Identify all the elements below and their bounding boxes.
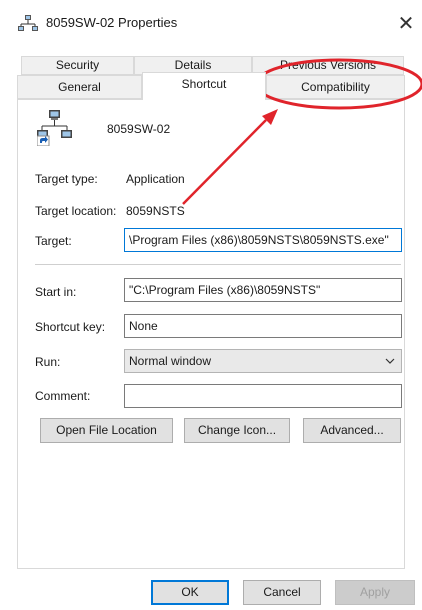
ok-button[interactable]: OK bbox=[151, 580, 229, 605]
comment-input[interactable] bbox=[124, 384, 402, 408]
shortcut-key-label: Shortcut key: bbox=[35, 320, 106, 334]
target-input[interactable]: \Program Files (x86)\8059NSTS\8059NSTS.e… bbox=[124, 228, 402, 252]
open-file-location-button[interactable]: Open File Location bbox=[40, 418, 173, 443]
target-type-value: Application bbox=[126, 172, 185, 186]
apply-button[interactable]: Apply bbox=[335, 580, 415, 605]
window-title: 8059SW-02 Properties bbox=[46, 15, 178, 30]
tab-security[interactable]: Security bbox=[21, 56, 134, 75]
run-select[interactable]: Normal window bbox=[124, 349, 402, 373]
chevron-down-icon[interactable] bbox=[385, 357, 395, 365]
target-location-value: 8059NSTS bbox=[126, 204, 185, 218]
cancel-button[interactable]: Cancel bbox=[243, 580, 321, 605]
separator bbox=[35, 264, 401, 265]
network-computers-shortcut-icon bbox=[37, 110, 72, 146]
target-location-label: Target location: bbox=[35, 204, 117, 218]
target-type-label: Target type: bbox=[35, 172, 98, 186]
start-in-label: Start in: bbox=[35, 285, 77, 299]
tab-compatibility[interactable]: Compatibility bbox=[266, 75, 405, 99]
run-label: Run: bbox=[35, 355, 61, 369]
target-label: Target: bbox=[35, 234, 72, 248]
start-in-input[interactable]: "C:\Program Files (x86)\8059NSTS" bbox=[124, 278, 402, 302]
shortcut-key-input[interactable]: None bbox=[124, 314, 402, 338]
tab-shortcut[interactable]: Shortcut bbox=[142, 72, 266, 100]
tab-general[interactable]: General bbox=[17, 75, 142, 99]
change-icon-button[interactable]: Change Icon... bbox=[184, 418, 290, 443]
close-button[interactable]: ✕ bbox=[392, 8, 420, 38]
network-computers-icon bbox=[18, 15, 38, 31]
run-select-value: Normal window bbox=[129, 354, 212, 368]
advanced-button[interactable]: Advanced... bbox=[303, 418, 401, 443]
tab-previous-versions[interactable]: Previous Versions bbox=[252, 56, 404, 75]
comment-label: Comment: bbox=[35, 389, 91, 403]
shortcut-name: 8059SW-02 bbox=[107, 122, 171, 136]
